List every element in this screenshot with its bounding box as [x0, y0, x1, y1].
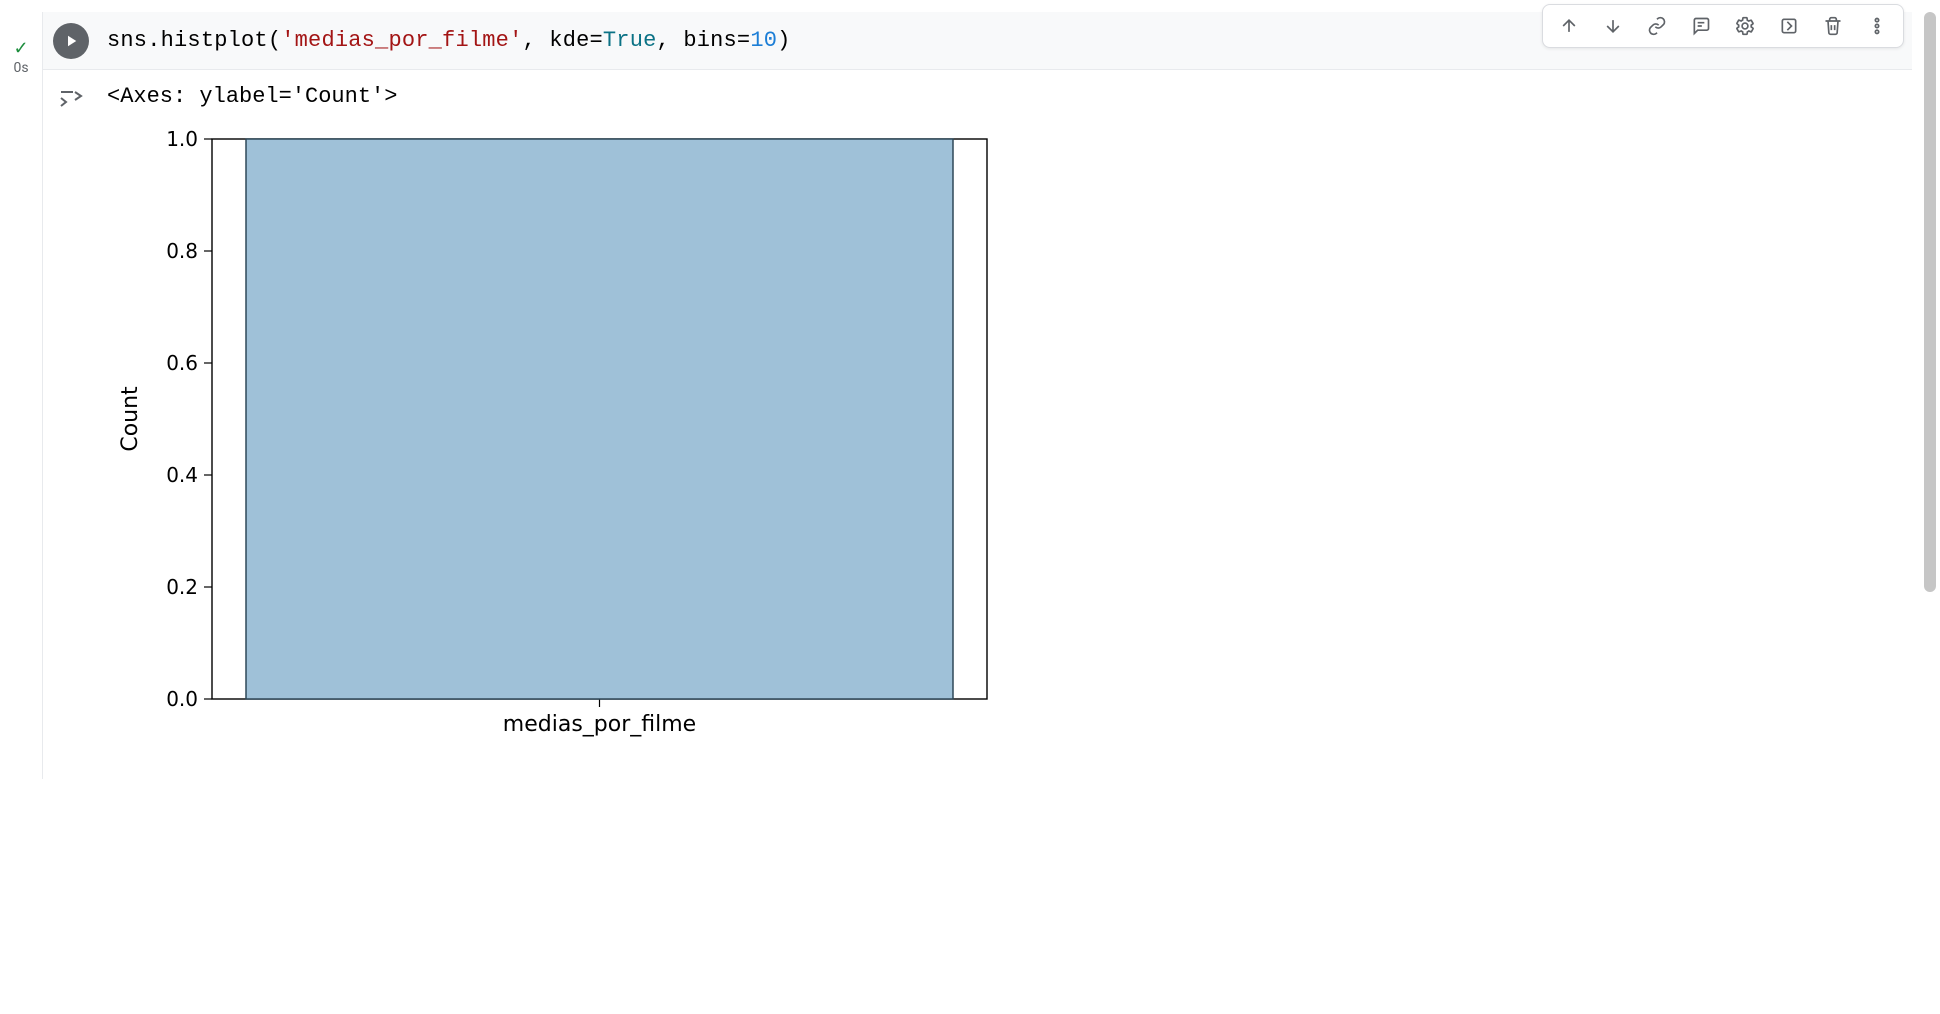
more-button[interactable]: [1859, 11, 1895, 41]
code-token: 'medias_por_filme': [281, 28, 522, 53]
trash-icon: [1823, 16, 1843, 36]
code-token: , bins=: [657, 28, 751, 53]
link-button[interactable]: [1639, 11, 1675, 41]
code-token: ): [777, 28, 790, 53]
notebook-cell: ✓ 0s: [0, 12, 1912, 779]
comment-icon: [1691, 16, 1711, 36]
output-repr: <Axes: ylabel='Count'>: [107, 84, 1007, 109]
vertical-scrollbar[interactable]: [1924, 12, 1938, 1014]
output-content: <Axes: ylabel='Count'> 0.0 0.2 0.4 0.6 0.8 1.…: [107, 84, 1007, 759]
svg-text:Count: Count: [118, 386, 143, 452]
check-icon: ✓: [13, 40, 28, 58]
more-vert-icon: [1867, 16, 1887, 36]
scrollbar-thumb[interactable]: [1924, 12, 1936, 592]
settings-button[interactable]: [1727, 11, 1763, 41]
chart-svg: 0.0 0.2 0.4 0.6 0.8 1.0 medias_por_filme Count: [107, 119, 1007, 759]
output-area: <Axes: ylabel='Count'> 0.0 0.2 0.4 0.6 0.8 1.…: [43, 70, 1912, 779]
svg-text:0.6: 0.6: [166, 351, 198, 375]
svg-text:0.2: 0.2: [166, 575, 198, 599]
arrow-up-icon: [1559, 16, 1579, 36]
link-icon: [1646, 16, 1668, 36]
svg-text:0.8: 0.8: [166, 239, 198, 263]
cell-toolbar: [1542, 4, 1904, 48]
svg-text:0.0: 0.0: [166, 687, 198, 711]
comment-button[interactable]: [1683, 11, 1719, 41]
move-down-button[interactable]: [1595, 11, 1631, 41]
play-icon: [62, 32, 80, 50]
delete-button[interactable]: [1815, 11, 1851, 41]
cell-gutter: ✓ 0s: [0, 12, 42, 779]
cell-body: sns.histplot('medias_por_filme', kde=Tru…: [42, 12, 1912, 779]
gear-icon: [1735, 16, 1755, 36]
output-toggle[interactable]: [53, 84, 89, 759]
svg-text:medias_por_filme: medias_por_filme: [503, 712, 696, 737]
code-token: sns.histplot(: [107, 28, 281, 53]
arrow-down-icon: [1603, 16, 1623, 36]
code-token: 10: [750, 28, 777, 53]
move-up-button[interactable]: [1551, 11, 1587, 41]
code-token: , kde=: [522, 28, 602, 53]
histplot-figure: 0.0 0.2 0.4 0.6 0.8 1.0 medias_por_filme Count: [107, 119, 1007, 759]
run-button[interactable]: [53, 23, 89, 59]
code-text[interactable]: sns.histplot('medias_por_filme', kde=Tru…: [107, 28, 791, 53]
output-icon: [57, 86, 85, 110]
execution-timing: 0s: [13, 60, 28, 76]
mirror-icon: [1779, 16, 1799, 36]
svg-text:1.0: 1.0: [166, 127, 198, 151]
svg-text:0.4: 0.4: [166, 463, 198, 487]
code-token: True: [603, 28, 657, 53]
mirror-button[interactable]: [1771, 11, 1807, 41]
